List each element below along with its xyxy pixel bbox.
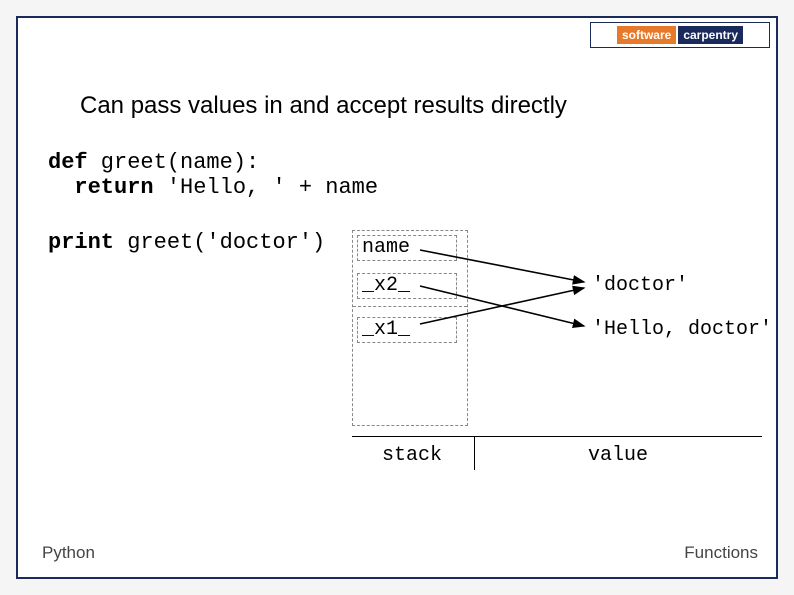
- code-line1: greet(name):: [88, 150, 260, 175]
- keyword-print: print: [48, 230, 114, 255]
- stack-cell-x2: _x2_: [357, 273, 457, 299]
- code-line3: greet('doctor'): [114, 230, 325, 255]
- table-vline: [474, 436, 475, 470]
- stack-cell-x1: _x1_: [357, 317, 457, 343]
- logo-badge: software carpentry: [590, 22, 770, 48]
- label-stack: stack: [382, 444, 442, 467]
- stack-diagram: name _x2_ _x1_ 'doctor' 'Hello, doctor' …: [352, 224, 782, 484]
- code-definition: def greet(name): return 'Hello, ' + name: [48, 150, 378, 200]
- label-value: value: [588, 444, 648, 467]
- logo-carpentry: carpentry: [678, 26, 743, 44]
- slide-title: Can pass values in and accept results di…: [80, 92, 567, 120]
- logo-software: software: [617, 26, 676, 44]
- footer-left: Python: [42, 543, 95, 563]
- stack-cell-name: name: [357, 235, 457, 261]
- value-hello-doctor: 'Hello, doctor': [592, 318, 772, 341]
- code-call: print greet('doctor'): [48, 230, 325, 255]
- footer-right: Functions: [684, 543, 758, 563]
- value-doctor: 'doctor': [592, 274, 688, 297]
- table-hline: [352, 436, 762, 437]
- stack-frame-outer: name _x2_ _x1_: [352, 230, 468, 426]
- keyword-return: return: [74, 175, 153, 200]
- keyword-def: def: [48, 150, 88, 175]
- slide-frame: software carpentry Can pass values in an…: [16, 16, 778, 579]
- code-line2: 'Hello, ' + name: [154, 175, 378, 200]
